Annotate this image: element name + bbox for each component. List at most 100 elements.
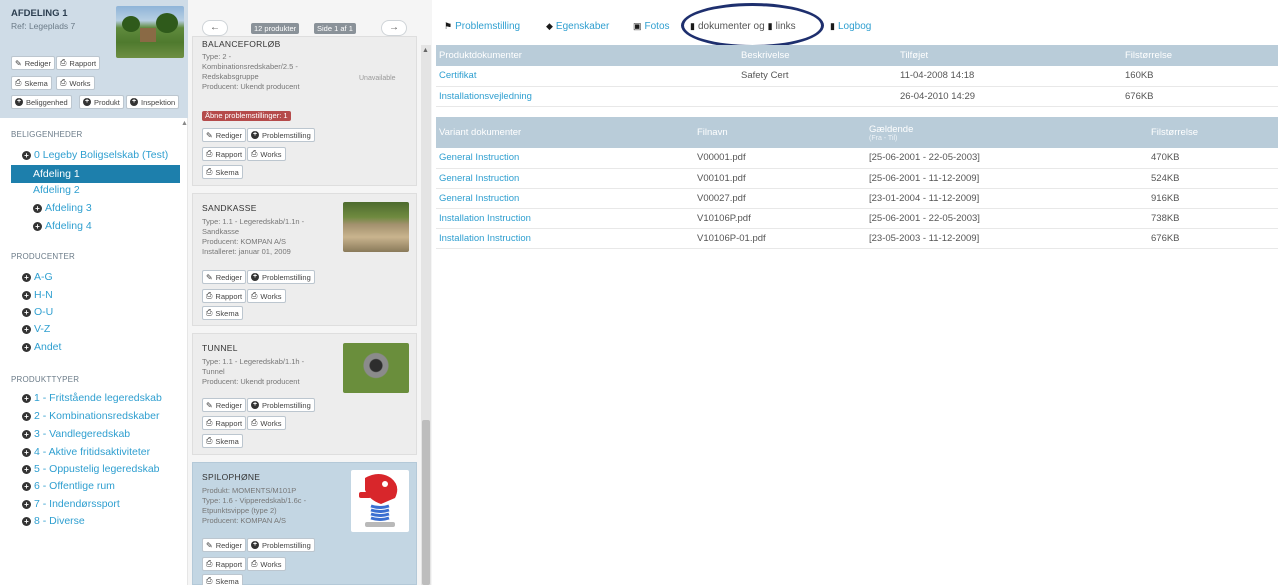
table-cell: [23-01-2004 - 11-12-2009] [866,188,1148,209]
report-button[interactable]: ⎙ Rapport [202,416,247,430]
schema-button[interactable]: ⎙ Skema [202,165,243,179]
print-icon: ⎙ [206,167,213,176]
print-icon: ⎙ [251,418,258,427]
edit-icon: ✎ [206,272,213,282]
plus-icon: + [251,401,259,409]
table-cell: 160KB [1122,66,1278,87]
edit-button[interactable]: ✎ Rediger [202,398,246,412]
document-link[interactable]: General Instruction [436,188,694,209]
product-card[interactable]: TUNNEL Type: 1.1 - Legeredskab/1.1h - Tu… [192,333,417,455]
document-link[interactable]: Certifikat [436,66,738,87]
open-issues-badge[interactable]: Åbne problemstillinger: 1 [202,111,291,121]
producer-item[interactable]: + O-U [22,306,53,318]
product-type-item[interactable]: +2 - Kombinationsredskaber [22,410,159,422]
plus-circle-icon: + [22,324,31,334]
works-button[interactable]: ⎙ Works [247,416,286,430]
product-type-item[interactable]: +6 - Offentlige rum [22,480,115,492]
plus-icon: + [130,98,138,106]
document-link[interactable]: Installation Instruction [436,208,694,229]
tab-logbog[interactable]: ▮ Logbog [830,21,871,32]
plus-icon: + [251,541,259,549]
issue-button[interactable]: + Problemstilling [247,128,315,142]
add-product-button[interactable]: + Produkt [79,95,124,109]
product-card[interactable]: BALANCEFORLØB Type: 2 - Kombinationsreds… [192,36,417,186]
table-cell: V00101.pdf [694,168,866,189]
issue-button[interactable]: + Problemstilling [247,398,315,412]
table-cell [738,86,897,107]
plus-icon: + [83,98,91,106]
product-type-item[interactable]: +8 - Diverse [22,515,85,527]
product-type-item[interactable]: +1 - Fritstående legeredskab [22,392,162,404]
report-button[interactable]: ⎙ Rapport [202,147,247,161]
location-item[interactable]: + Afdeling 4 [33,220,92,232]
plus-circle-icon: + [22,464,31,474]
producer-item[interactable]: + V-Z [22,323,50,335]
works-button[interactable]: ⎙ Works [56,76,95,90]
print-icon: ⎙ [206,436,213,445]
add-location-button[interactable]: + Beliggenhed [11,95,72,109]
column-header: Filstørrelse [1122,45,1278,66]
print-icon: ⎙ [206,291,213,300]
product-list-scrollbar[interactable]: ▲ [421,45,431,585]
edit-button[interactable]: ✎ Rediger [202,538,246,552]
document-link[interactable]: Installationsvejledning [436,86,738,107]
scrollbar-thumb[interactable] [422,420,430,585]
print-icon: ⎙ [251,559,258,568]
product-info: Type: 2 - Kombinationsredskaber/2.5 - Re… [202,52,300,91]
print-icon: ⎙ [60,78,67,87]
prev-page-button[interactable]: ← [202,20,228,36]
table-cell: 676KB [1122,86,1278,107]
product-card[interactable]: SANDKASSE Type: 1.1 - Legeredskab/1.1n -… [192,193,417,326]
schema-button[interactable]: ⎙ Skema [202,306,243,320]
sidebar-scrollbar[interactable]: ▲ [180,120,188,230]
next-page-button[interactable]: → [381,20,407,36]
document-link[interactable]: General Instruction [436,168,694,189]
print-icon: ⎙ [206,418,213,427]
tab-fotos[interactable]: ▣ Fotos [633,21,670,32]
works-button[interactable]: ⎙ Works [247,557,286,571]
location-item[interactable]: + Afdeling 3 [33,202,92,214]
edit-button[interactable]: ✎ Rediger [202,128,246,142]
schema-button[interactable]: ⎙ Skema [202,434,243,448]
producer-item[interactable]: + A-G [22,271,53,283]
spring-rider-illustration [359,474,398,527]
table-row: Certifikat Safety Cert 11-04-2008 14:18 … [436,66,1278,87]
report-button[interactable]: ⎙ Rapport [202,289,247,303]
product-type-item[interactable]: +7 - Indendørssport [22,498,120,510]
schema-button[interactable]: ⎙ Skema [11,76,52,90]
issue-button[interactable]: + Problemstilling [247,270,315,284]
edit-button[interactable]: ✎ Rediger [202,270,246,284]
plus-circle-icon: + [33,203,42,213]
tag-icon: ◆ [546,21,553,31]
schema-button[interactable]: ⎙ Skema [202,574,243,585]
edit-button[interactable]: ✎ Rediger [11,56,55,70]
product-name: SANDKASSE [202,203,257,213]
column-header: Tilføjet [897,45,1122,66]
report-button[interactable]: ⎙ Rapport [202,557,247,571]
table-cell: 524KB [1148,168,1278,189]
report-button[interactable]: ⎙ Rapport [56,56,101,70]
product-type-item[interactable]: +3 - Vandlegeredskab [22,428,130,440]
department-ref: Ref: Legeplads 7 [11,21,76,31]
document-link[interactable]: General Instruction [436,148,694,169]
flag-icon: ⚑ [444,21,453,31]
plus-icon: + [15,98,23,106]
add-inspection-button[interactable]: + Inspektion [126,95,180,109]
works-button[interactable]: ⎙ Works [247,147,286,161]
location-item[interactable]: +0 Legeby Boligselskab (Test) [22,149,168,161]
issue-button[interactable]: + Problemstilling [247,538,315,552]
location-item[interactable]: Afdeling 2 [33,184,80,196]
tab-egenskaber[interactable]: ◆ Egenskaber [546,21,609,32]
tab-problemstilling[interactable]: ⚑ Problemstilling [444,21,520,32]
document-link[interactable]: Installation Instruction [436,228,694,249]
variant-documents-table: Variant dokumenter Filnavn Gældende (Fra… [436,117,1278,249]
product-type-item[interactable]: +4 - Aktive fritidsaktiviteter [22,446,150,458]
plus-circle-icon: + [22,307,31,317]
producer-item[interactable]: + Andet [22,341,61,353]
product-card-selected[interactable]: SPILOPHØNE Produkt: MOMENTS/M101P Type: … [192,462,417,585]
works-button[interactable]: ⎙ Works [247,289,286,303]
producer-item[interactable]: + H-N [22,289,53,301]
location-item-active[interactable]: Afdeling 1 [11,165,180,183]
product-types-heading: PRODUKTTYPER [11,375,80,384]
product-type-item[interactable]: +5 - Oppustelig legeredskab [22,463,160,475]
